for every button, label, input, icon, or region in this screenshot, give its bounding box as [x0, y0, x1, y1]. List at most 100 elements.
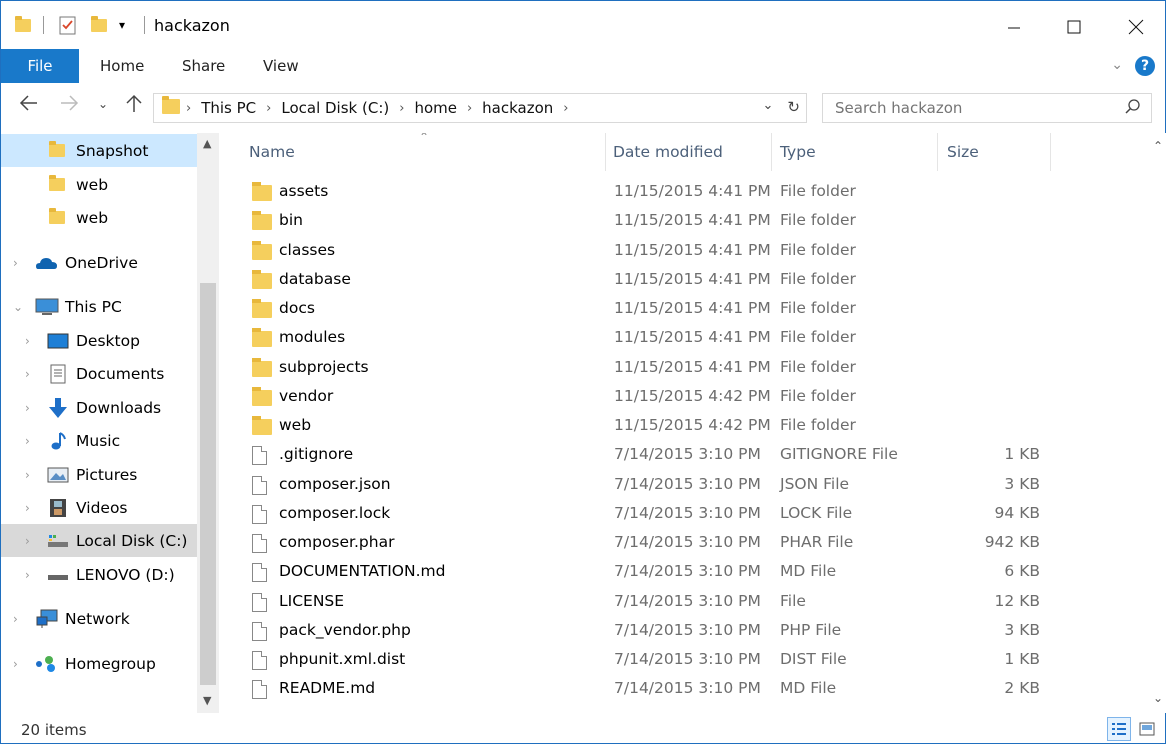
window-title: hackazon: [154, 16, 230, 35]
sidebar-item-homegroup[interactable]: › Homegroup: [1, 647, 197, 680]
details-view-icon: [1112, 723, 1126, 735]
breadcrumb-this-pc[interactable]: This PC: [201, 99, 256, 117]
file-row[interactable]: README.md 7/14/2015 3:10 PM MD File 2 KB: [219, 674, 1149, 703]
column-header-size[interactable]: Size: [947, 133, 979, 171]
sidebar-item-desktop[interactable]: › Desktop: [1, 324, 197, 357]
details-view-button[interactable]: [1107, 717, 1131, 741]
sidebar-item-downloads[interactable]: › Downloads: [1, 391, 197, 424]
file-row[interactable]: web 11/15/2015 4:42 PM File folder: [219, 411, 1149, 440]
file-row[interactable]: composer.lock 7/14/2015 3:10 PM LOCK File 9…: [219, 499, 1149, 528]
column-divider[interactable]: [1050, 133, 1051, 171]
tab-file[interactable]: File: [1, 49, 79, 83]
tab-share[interactable]: Share: [182, 49, 225, 83]
sidebar-item-pictures[interactable]: › Pictures: [1, 458, 197, 491]
download-arrow-icon: [47, 397, 69, 419]
chevron-right-icon[interactable]: ›: [266, 101, 271, 116]
folder-icon: [49, 175, 65, 191]
expand-ribbon-icon[interactable]: ⌄: [1111, 57, 1123, 73]
file-row[interactable]: LICENSE 7/14/2015 3:10 PM File 12 KB: [219, 587, 1149, 616]
file-row[interactable]: .gitignore 7/14/2015 3:10 PM GITIGNORE Fil…: [219, 440, 1149, 469]
file-row[interactable]: composer.json 7/14/2015 3:10 PM JSON File 3…: [219, 470, 1149, 499]
chevron-right-icon[interactable]: ›: [25, 401, 30, 415]
sidebar-item-web[interactable]: web: [1, 201, 197, 234]
column-divider[interactable]: [771, 133, 772, 171]
recent-locations-icon[interactable]: ⌄: [98, 97, 108, 111]
sidebar-item-this-pc[interactable]: ⌄ This PC: [1, 290, 197, 323]
back-arrow-icon[interactable]: [19, 93, 39, 118]
documents-icon: [49, 364, 67, 384]
sidebar-item-web[interactable]: web: [1, 168, 197, 201]
sidebar-item-music[interactable]: › Music: [1, 424, 197, 457]
chevron-right-icon[interactable]: ›: [186, 101, 191, 116]
search-icon[interactable]: [1125, 99, 1141, 119]
file-row[interactable]: database 11/15/2015 4:41 PM File folder: [219, 265, 1149, 294]
maximize-button[interactable]: [1051, 9, 1097, 45]
file-row[interactable]: classes 11/15/2015 4:41 PM File folder: [219, 236, 1149, 265]
scroll-down-icon[interactable]: ▼: [203, 694, 211, 707]
minimize-button[interactable]: [991, 9, 1037, 45]
file-row[interactable]: assets 11/15/2015 4:41 PM File folder: [219, 177, 1149, 206]
sidebar-item-lenovo[interactable]: › LENOVO (D:): [1, 558, 197, 591]
close-button[interactable]: [1113, 9, 1159, 45]
sidebar-item-snapshot[interactable]: Snapshot: [1, 134, 197, 167]
chevron-right-icon[interactable]: ›: [25, 367, 30, 381]
properties-icon[interactable]: [59, 13, 77, 37]
scroll-down-icon[interactable]: ⌄: [1153, 691, 1163, 705]
chevron-right-icon[interactable]: ›: [13, 256, 18, 270]
sidebar-scrollbar[interactable]: ▲ ▼: [197, 133, 219, 713]
scroll-up-icon[interactable]: ▲: [203, 137, 211, 150]
file-row[interactable]: phpunit.xml.dist 7/14/2015 3:10 PM DIST Fi…: [219, 645, 1149, 674]
chevron-right-icon[interactable]: ›: [13, 612, 18, 626]
file-list-scrollbar[interactable]: ⌃ ⌄: [1149, 133, 1166, 713]
file-icon: [252, 621, 267, 645]
chevron-right-icon[interactable]: ›: [25, 334, 30, 348]
file-row[interactable]: modules 11/15/2015 4:41 PM File folder: [219, 323, 1149, 352]
breadcrumb-hackazon[interactable]: hackazon: [482, 99, 553, 117]
column-header-type[interactable]: Type: [780, 133, 816, 171]
chevron-right-icon[interactable]: ›: [25, 568, 30, 582]
tab-home[interactable]: Home: [100, 49, 144, 83]
chevron-right-icon[interactable]: ›: [25, 468, 30, 482]
chevron-right-icon[interactable]: ›: [25, 501, 30, 515]
forward-arrow-icon[interactable]: [59, 93, 79, 118]
file-row[interactable]: vendor 11/15/2015 4:42 PM File folder: [219, 382, 1149, 411]
file-row[interactable]: pack_vendor.php 7/14/2015 3:10 PM PHP File…: [219, 616, 1149, 645]
scrollbar-thumb[interactable]: [200, 283, 216, 685]
sidebar-item-onedrive[interactable]: › OneDrive: [1, 246, 197, 279]
sidebar-item-local-disk[interactable]: › Local Disk (C:): [1, 524, 197, 557]
column-divider[interactable]: [937, 133, 938, 171]
customize-toolbar-icon[interactable]: ▾: [119, 13, 125, 37]
search-input[interactable]: [833, 98, 1107, 118]
refresh-icon[interactable]: ↻: [787, 98, 800, 116]
sidebar-item-network[interactable]: › Network: [1, 602, 197, 635]
breadcrumb-local-disk[interactable]: Local Disk (C:): [281, 99, 389, 117]
sidebar-item-videos[interactable]: › Videos: [1, 491, 197, 524]
chevron-right-icon[interactable]: ›: [467, 101, 472, 116]
help-icon[interactable]: ?: [1135, 56, 1155, 76]
column-divider[interactable]: [605, 133, 606, 171]
chevron-right-icon[interactable]: ›: [563, 101, 568, 116]
column-header-name[interactable]: Name: [249, 133, 295, 171]
chevron-down-icon[interactable]: ⌄: [763, 98, 774, 116]
new-folder-icon[interactable]: [91, 13, 107, 37]
tab-view[interactable]: View: [263, 49, 299, 83]
file-list: ⌃ Name Date modified Type Size assets 11/…: [219, 133, 1149, 711]
address-bar[interactable]: › This PC › Local Disk (C:) › home › hac…: [153, 93, 807, 123]
chevron-right-icon[interactable]: ›: [13, 657, 18, 671]
file-row[interactable]: bin 11/15/2015 4:41 PM File folder: [219, 206, 1149, 235]
chevron-right-icon[interactable]: ›: [399, 101, 404, 116]
chevron-right-icon[interactable]: ›: [25, 534, 30, 548]
file-row[interactable]: DOCUMENTATION.md 7/14/2015 3:10 PM MD File…: [219, 557, 1149, 586]
folder-icon: [252, 269, 272, 293]
breadcrumb-home[interactable]: home: [414, 99, 457, 117]
file-row[interactable]: composer.phar 7/14/2015 3:10 PM PHAR File 9…: [219, 528, 1149, 557]
file-row[interactable]: docs 11/15/2015 4:41 PM File folder: [219, 294, 1149, 323]
file-row[interactable]: subprojects 11/15/2015 4:41 PM File folder: [219, 353, 1149, 382]
chevron-right-icon[interactable]: ›: [25, 434, 30, 448]
large-icons-view-button[interactable]: [1135, 717, 1159, 741]
chevron-down-icon[interactable]: ⌄: [13, 300, 23, 314]
column-header-date[interactable]: Date modified: [613, 133, 723, 171]
sidebar-item-documents[interactable]: › Documents: [1, 357, 197, 390]
up-arrow-icon[interactable]: [125, 93, 143, 118]
scroll-up-icon[interactable]: ⌃: [1153, 139, 1163, 153]
